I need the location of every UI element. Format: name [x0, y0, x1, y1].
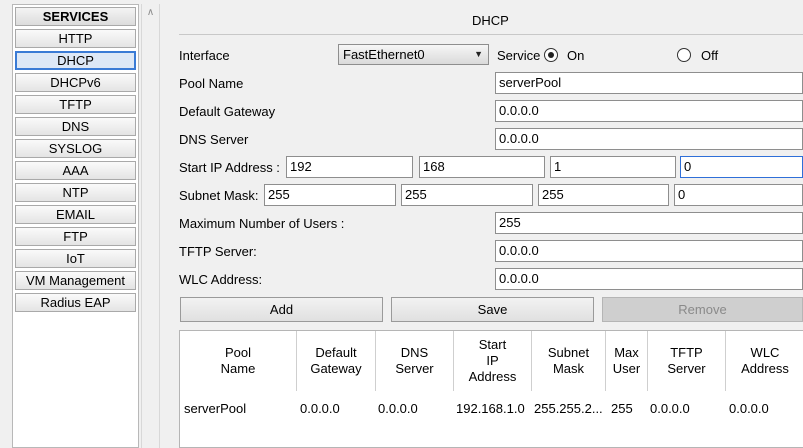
service-dhcpv6-button[interactable]: DHCPv6 — [15, 73, 136, 92]
service-on-label: On — [567, 48, 585, 63]
subnet-mask-label: Subnet Mask: — [179, 188, 259, 203]
sidebar-scrollbar[interactable]: ∧ — [141, 4, 160, 448]
tftp-server-input[interactable]: 0.0.0.0 — [495, 240, 803, 262]
start-ip-octet-2[interactable]: 168 — [419, 156, 545, 178]
start-ip-label: Start IP Address : — [179, 160, 280, 175]
interface-select[interactable]: FastEthernet0 ▼ — [338, 44, 489, 65]
table-cell-wlc-address: 0.0.0.0 — [729, 401, 769, 416]
service-label: Service — [497, 48, 541, 63]
table-cell-default-gateway: 0.0.0.0 — [300, 401, 340, 416]
service-http-button[interactable]: HTTP — [15, 29, 136, 48]
service-off-label: Off — [701, 48, 719, 63]
save-button[interactable]: Save — [391, 297, 594, 322]
service-vm-management-button[interactable]: VM Management — [15, 271, 136, 290]
table-header-default-gateway[interactable]: Default Gateway — [297, 331, 376, 391]
subnet-mask-octet-2[interactable]: 255 — [401, 184, 533, 206]
pool-name-input[interactable]: serverPool — [495, 72, 803, 94]
service-on-radio[interactable] — [544, 48, 558, 62]
chevron-down-icon: ▼ — [474, 49, 483, 59]
start-ip-octet-4[interactable]: 0 — [680, 156, 803, 178]
service-dns-button[interactable]: DNS — [15, 117, 136, 136]
wlc-address-input[interactable]: 0.0.0.0 — [495, 268, 803, 290]
table-cell-max-user: 255 — [611, 401, 633, 416]
dns-server-input[interactable]: 0.0.0.0 — [495, 128, 803, 150]
subnet-mask-octet-4[interactable]: 0 — [674, 184, 803, 206]
services-header: SERVICES — [15, 7, 136, 26]
table-header-subnet-mask[interactable]: Subnet Mask — [532, 331, 606, 391]
table-cell-start-ip: 192.168.1.0 — [456, 401, 525, 416]
table-header-start-ip[interactable]: Start IP Address — [454, 331, 532, 391]
table-cell-pool-name: serverPool — [184, 401, 247, 416]
tftp-server-label: TFTP Server: — [179, 244, 257, 259]
max-users-input[interactable]: 255 — [495, 212, 803, 234]
pool-name-label: Pool Name — [179, 76, 244, 91]
table-header-dns-server[interactable]: DNS Server — [376, 331, 454, 391]
table-header-wlc-address[interactable]: WLC Address — [726, 331, 803, 391]
page-title: DHCP — [472, 13, 509, 28]
subnet-mask-octet-3[interactable]: 255 — [538, 184, 669, 206]
table-header-pool-name[interactable]: Pool Name — [180, 331, 297, 391]
table-cell-subnet-mask: 255.255.2... — [534, 401, 603, 416]
wlc-address-label: WLC Address: — [179, 272, 263, 287]
dhcp-pool-table: Pool Name Default Gateway DNS Server Sta… — [179, 330, 803, 448]
service-off-radio[interactable] — [677, 48, 691, 62]
service-syslog-button[interactable]: SYSLOG — [15, 139, 136, 158]
table-header-tftp-server[interactable]: TFTP Server — [648, 331, 726, 391]
scroll-up-icon[interactable]: ∧ — [142, 4, 159, 21]
services-sidebar: SERVICES HTTP DHCP DHCPv6 TFTP DNS SYSLO… — [12, 4, 139, 448]
title-divider — [179, 34, 803, 35]
subnet-mask-octet-1[interactable]: 255 — [264, 184, 396, 206]
max-users-label: Maximum Number of Users : — [179, 216, 345, 231]
service-iot-button[interactable]: IoT — [15, 249, 136, 268]
service-email-button[interactable]: EMAIL — [15, 205, 136, 224]
interface-select-value: FastEthernet0 — [343, 47, 425, 62]
default-gateway-label: Default Gateway — [179, 104, 276, 119]
service-tftp-button[interactable]: TFTP — [15, 95, 136, 114]
start-ip-octet-1[interactable]: 192 — [286, 156, 413, 178]
table-header-max-user[interactable]: Max User — [606, 331, 648, 391]
service-aaa-button[interactable]: AAA — [15, 161, 136, 180]
service-ftp-button[interactable]: FTP — [15, 227, 136, 246]
interface-label: Interface — [179, 48, 230, 63]
table-cell-dns-server: 0.0.0.0 — [378, 401, 418, 416]
dhcp-panel: DHCP Interface FastEthernet0 ▼ Service O… — [166, 0, 803, 448]
service-dhcp-button[interactable]: DHCP — [15, 51, 136, 70]
service-radius-eap-button[interactable]: Radius EAP — [15, 293, 136, 312]
add-button[interactable]: Add — [180, 297, 383, 322]
dns-server-label: DNS Server — [179, 132, 249, 147]
table-cell-tftp-server: 0.0.0.0 — [650, 401, 690, 416]
remove-button[interactable]: Remove — [602, 297, 803, 322]
service-ntp-button[interactable]: NTP — [15, 183, 136, 202]
start-ip-octet-3[interactable]: 1 — [550, 156, 676, 178]
default-gateway-input[interactable]: 0.0.0.0 — [495, 100, 803, 122]
